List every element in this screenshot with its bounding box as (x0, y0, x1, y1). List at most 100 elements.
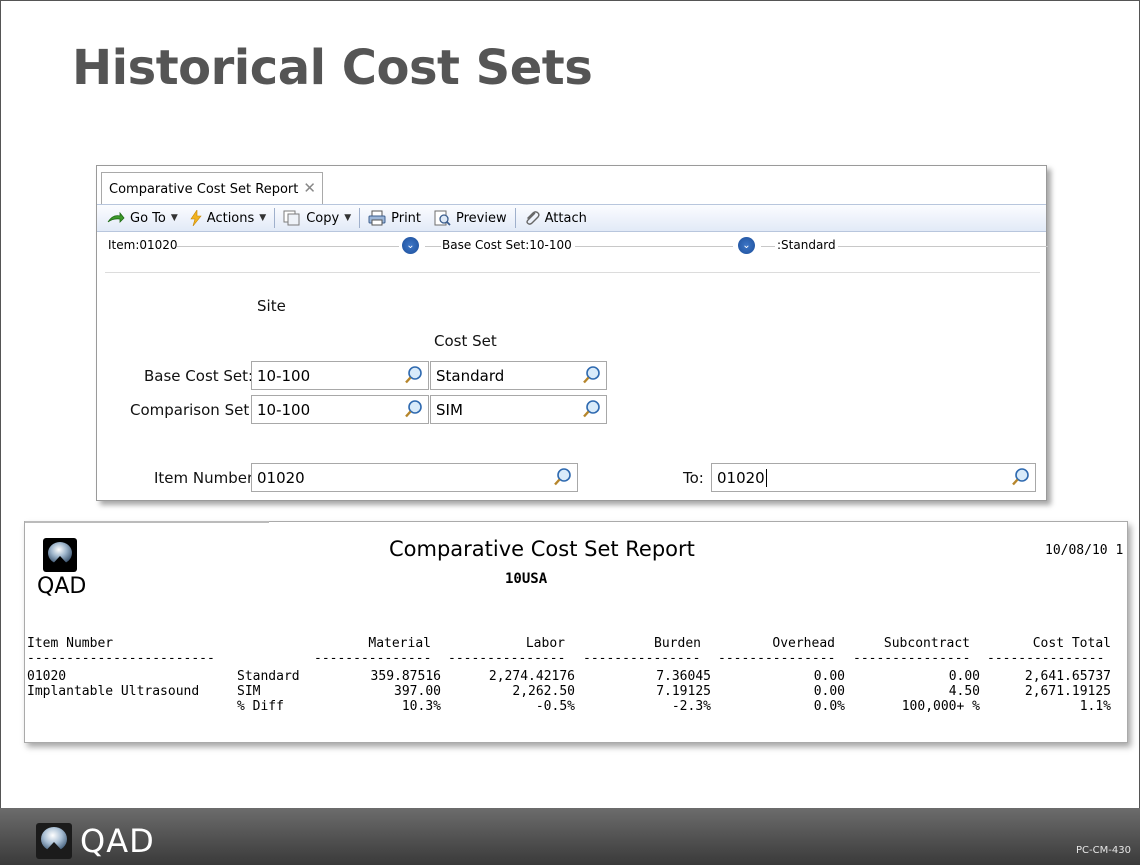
close-icon[interactable]: ✕ (303, 179, 316, 197)
dash-rule: --------------- (987, 651, 1105, 666)
goto-label: Go To (130, 210, 166, 226)
col-header-labor: Labor (525, 636, 565, 651)
cell-cost-total: 2,641.65737 (1024, 669, 1111, 684)
toolbar-separator (274, 208, 276, 228)
text-cursor (765, 469, 767, 487)
cell-material: 359.87516 (370, 669, 441, 684)
col-header-material: Material (368, 636, 431, 651)
toolbar: Go To ▼ Actions ▼ Copy ▼ Print Preview A… (97, 204, 1046, 232)
toolbar-separator (359, 208, 361, 228)
footer-bar: QAD PC-CM-430 (0, 808, 1140, 865)
tab-strip: Comparative Cost Set Report ✕ (97, 166, 1046, 204)
filter-line (177, 246, 399, 247)
copy-icon (283, 210, 300, 226)
chevron-down-icon[interactable]: ⌄ (402, 237, 419, 254)
filter-base-cost-set: Base Cost Set:10-100 (442, 238, 572, 252)
toolbar-separator (514, 208, 516, 228)
cell-cost-total: 1.1% (1079, 699, 1111, 714)
actions-label: Actions (206, 210, 255, 226)
copy-button[interactable]: Copy ▼ (277, 206, 357, 230)
filter-bar: Item:01020 ⌄ Base Cost Set:10-100 ⌄ :Sta… (97, 234, 1048, 256)
row-label-sim: SIM (237, 684, 261, 699)
base-cost-set-value: Standard (436, 367, 505, 385)
cell-labor: 2,262.50 (512, 684, 575, 699)
filter-line (761, 246, 775, 247)
paperclip-icon (525, 211, 540, 225)
row-label-pct-diff: % Diff (237, 699, 284, 714)
tab-comparative-cost-set-report[interactable]: Comparative Cost Set Report ✕ (101, 172, 323, 204)
filter-line (425, 246, 441, 247)
qad-logo-icon (43, 538, 77, 572)
cell-overhead: 0.00 (813, 669, 845, 684)
printer-icon (368, 210, 386, 226)
cell-burden: 7.36045 (656, 669, 711, 684)
item-number-value: 01020 (257, 469, 305, 487)
goto-arrow-icon (107, 212, 125, 223)
cost-set-header: Cost Set (434, 332, 497, 350)
divider (105, 272, 1040, 273)
chevron-down-icon[interactable]: ⌄ (738, 237, 755, 254)
footer-logo: QAD (36, 822, 155, 860)
col-header-burden: Burden (654, 636, 701, 651)
to-field[interactable]: 01020 (711, 463, 1036, 492)
filter-item: Item:01020 (108, 238, 178, 252)
report-window: Comparative Cost Set Report ✕ Go To ▼ Ac… (96, 165, 1048, 501)
base-site-field[interactable]: 10-100 (251, 361, 429, 390)
tab-label: Comparative Cost Set Report (109, 182, 299, 197)
copy-label: Copy (306, 210, 340, 226)
dash-rule: --------------- (314, 651, 432, 666)
chevron-down-icon: ▼ (170, 213, 178, 223)
lookup-magnifier-icon[interactable] (553, 467, 573, 487)
dash-rule: --------------- (583, 651, 701, 666)
base-cost-set-label: Base Cost Set: (144, 367, 254, 385)
footer-slide-code: PC-CM-430 (1076, 845, 1131, 856)
dash-rule: --------------- (448, 651, 566, 666)
cell-subcontract: 0.00 (948, 669, 980, 684)
lookup-magnifier-icon[interactable] (1011, 467, 1031, 487)
actions-button[interactable]: Actions ▼ (184, 206, 272, 230)
lookup-magnifier-icon[interactable] (404, 399, 424, 419)
comparison-cost-set-value: SIM (436, 401, 463, 419)
attach-button[interactable]: Attach (518, 206, 593, 230)
chevron-down-icon: ▼ (344, 213, 352, 223)
lookup-magnifier-icon[interactable] (404, 365, 424, 385)
preview-button[interactable]: Preview (427, 206, 513, 230)
item-number-field[interactable]: 01020 (251, 463, 578, 492)
cell-overhead: 0.0% (813, 699, 845, 714)
filter-standard: :Standard (777, 238, 836, 252)
cell-subcontract: 100,000+ % (901, 699, 980, 714)
slide-title: Historical Cost Sets (72, 40, 593, 96)
print-button[interactable]: Print (362, 206, 427, 230)
comparison-site-field[interactable]: 10-100 (251, 395, 429, 424)
footer-brand-text: QAD (80, 822, 155, 860)
to-value: 01020 (717, 469, 765, 487)
preview-icon (434, 210, 451, 226)
report-top-rule (25, 521, 269, 523)
qad-logo-text: QAD (37, 574, 87, 599)
to-label: To: (683, 469, 704, 487)
dash-rule: --------------- (853, 651, 971, 666)
cell-burden: 7.19125 (656, 684, 711, 699)
base-site-value: 10-100 (257, 367, 311, 385)
cell-material: 397.00 (394, 684, 441, 699)
report-title: Comparative Cost Set Report (389, 537, 695, 561)
chevron-down-icon: ▼ (259, 213, 267, 223)
goto-button[interactable]: Go To ▼ (101, 206, 184, 230)
report-date: 10/08/10 1 (1045, 543, 1124, 558)
dash-rule: --------------- (718, 651, 836, 666)
dash-rule: ------------------------ (27, 651, 215, 666)
report-output: QAD Comparative Cost Set Report 10USA 10… (24, 521, 1128, 743)
qad-logo-icon (36, 823, 72, 859)
filter-line (838, 246, 1048, 247)
preview-label: Preview (456, 210, 507, 226)
col-header-overhead: Overhead (772, 636, 835, 651)
lookup-magnifier-icon[interactable] (582, 399, 602, 419)
filter-line (575, 246, 733, 247)
lookup-magnifier-icon[interactable] (582, 365, 602, 385)
cell-material: 10.3% (401, 699, 441, 714)
col-header-subcontract: Subcontract (883, 636, 970, 651)
attach-label: Attach (544, 210, 587, 226)
base-cost-set-field[interactable]: Standard (430, 361, 607, 390)
cell-labor: 2,274.42176 (488, 669, 575, 684)
comparison-cost-set-field[interactable]: SIM (430, 395, 607, 424)
